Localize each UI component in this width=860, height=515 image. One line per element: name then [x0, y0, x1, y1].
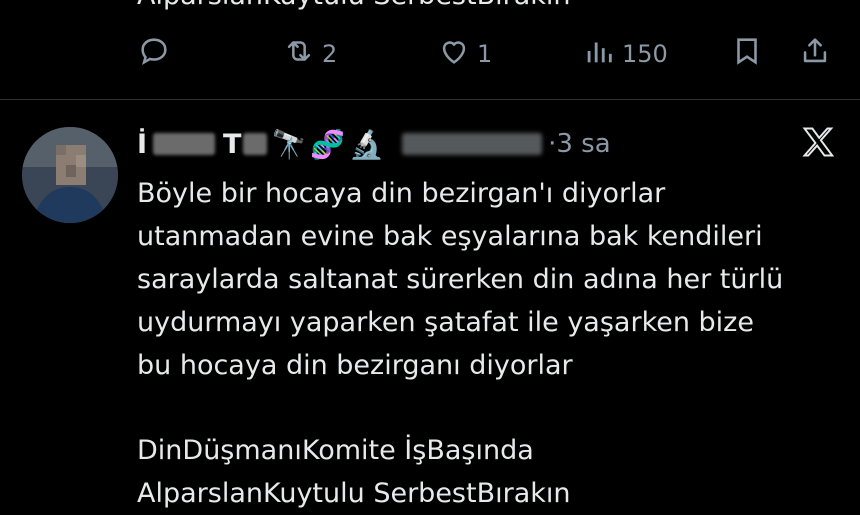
avatar[interactable] — [22, 127, 118, 223]
x-logo-icon — [800, 124, 836, 160]
retweet-count: 2 — [322, 40, 338, 68]
like-button[interactable]: 1 — [437, 34, 492, 74]
reply-icon — [137, 34, 171, 74]
redacted-handle[interactable] — [402, 133, 543, 155]
tweet-hashtag-line: AlparslanKuytulu SerbestBırakın — [137, 478, 571, 509]
tweet-text-line: saraylarda saltanat sürerken din adına h… — [137, 264, 784, 295]
tweet-time-value: 3 sa — [556, 129, 611, 159]
tweet-body: Böyle bir hocaya din bezirgan'ı diyorlar… — [137, 172, 837, 515]
tweet-text-line: Böyle bir hocaya din bezirgan'ı diyorlar — [137, 178, 666, 209]
bookmark-icon — [730, 34, 764, 74]
views-icon — [582, 34, 616, 74]
share-icon — [798, 34, 832, 74]
previous-tweet-text: AlparslanKuytulu SerbestBırakın — [137, 0, 571, 11]
heart-icon — [437, 34, 471, 74]
tweet-header: İ T 🔭 🧬 🔬 ·3 sa — [137, 122, 611, 166]
tweet-text-line: uydurmayı yaparken şatafat ile yaşarken … — [137, 307, 754, 338]
retweet-button[interactable]: 2 — [282, 34, 337, 74]
tweet-hashtag-line: DinDüşmanıKomite İşBaşında — [137, 435, 534, 466]
tweet-text-line: utanmadan evine bak eşyalarına bak kendi… — [137, 221, 763, 252]
microscope-emoji: 🔬 — [349, 127, 385, 161]
tweet-text-line: bu hocaya din bezirganı diyorlar — [137, 350, 573, 381]
dna-emoji: 🧬 — [310, 127, 346, 161]
telescope-emoji: 🔭 — [271, 127, 307, 161]
redacted-name-part — [243, 133, 268, 155]
author-name-initial[interactable]: İ — [137, 129, 147, 160]
reply-button[interactable] — [137, 34, 171, 74]
bookmark-button[interactable] — [730, 34, 764, 74]
author-name-second-initial[interactable]: T — [223, 129, 241, 160]
retweet-icon — [282, 34, 316, 74]
view-count: 150 — [622, 40, 668, 68]
views-button[interactable]: 150 — [582, 34, 668, 74]
previous-tweet[interactable]: AlparslanKuytulu SerbestBırakın 2 — [0, 0, 860, 100]
previous-tweet-actions: 2 1 150 — [0, 34, 860, 74]
redacted-name-part — [153, 133, 216, 155]
like-count: 1 — [477, 40, 493, 68]
tweet[interactable]: İ T 🔭 🧬 🔬 ·3 sa Böyle bir hocaya din bez… — [0, 100, 860, 509]
share-button[interactable] — [798, 34, 832, 74]
tweet-time[interactable]: ·3 sa — [548, 129, 611, 159]
